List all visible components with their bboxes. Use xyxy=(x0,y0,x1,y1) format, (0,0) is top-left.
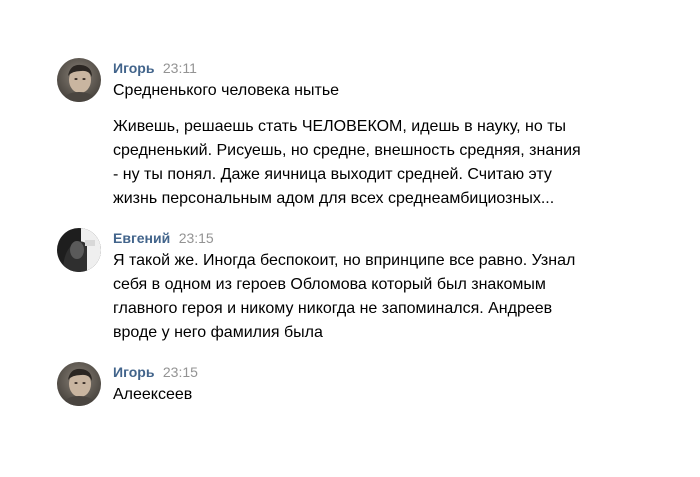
avatar[interactable] xyxy=(57,228,101,272)
message-text: Я такой же. Иногда беспокоит, но впринци… xyxy=(113,249,680,345)
message-item: Евгений 23:15 Я такой же. Иногда беспоко… xyxy=(57,228,680,345)
author-name[interactable]: Евгений xyxy=(113,230,170,246)
avatar[interactable] xyxy=(57,362,101,406)
avatar[interactable] xyxy=(57,58,101,102)
message-text: Алеексеев xyxy=(113,383,680,407)
user-avatar-igor-icon xyxy=(57,362,101,406)
message-header: Игорь 23:15 xyxy=(113,362,680,382)
message-item: Игорь 23:11 Средненького человека нытье … xyxy=(57,58,680,211)
message-time[interactable]: 23:11 xyxy=(163,60,197,76)
message-paragraph: Алеексеев xyxy=(113,386,193,403)
author-name[interactable]: Игорь xyxy=(113,364,154,380)
chat-history: Игорь 23:11 Средненького человека нытье … xyxy=(0,0,700,477)
message-item: Игорь 23:15 Алеексеев xyxy=(57,362,680,407)
user-avatar-evgeniy-icon xyxy=(57,228,101,272)
message-paragraph: Живешь, решаешь стать ЧЕЛОВЕКОМ, идешь в… xyxy=(113,118,581,207)
user-avatar-igor-icon xyxy=(57,58,101,102)
message-header: Евгений 23:15 xyxy=(113,228,680,248)
author-name[interactable]: Игорь xyxy=(113,60,154,76)
message-paragraph: Я такой же. Иногда беспокоит, но впринци… xyxy=(113,252,576,341)
message-text: Средненького человека нытье Живешь, реша… xyxy=(113,79,680,211)
message-header: Игорь 23:11 xyxy=(113,58,680,78)
message-time[interactable]: 23:15 xyxy=(179,230,214,246)
message-time[interactable]: 23:15 xyxy=(163,364,198,380)
message-paragraph: Средненького человека нытье xyxy=(113,82,340,99)
